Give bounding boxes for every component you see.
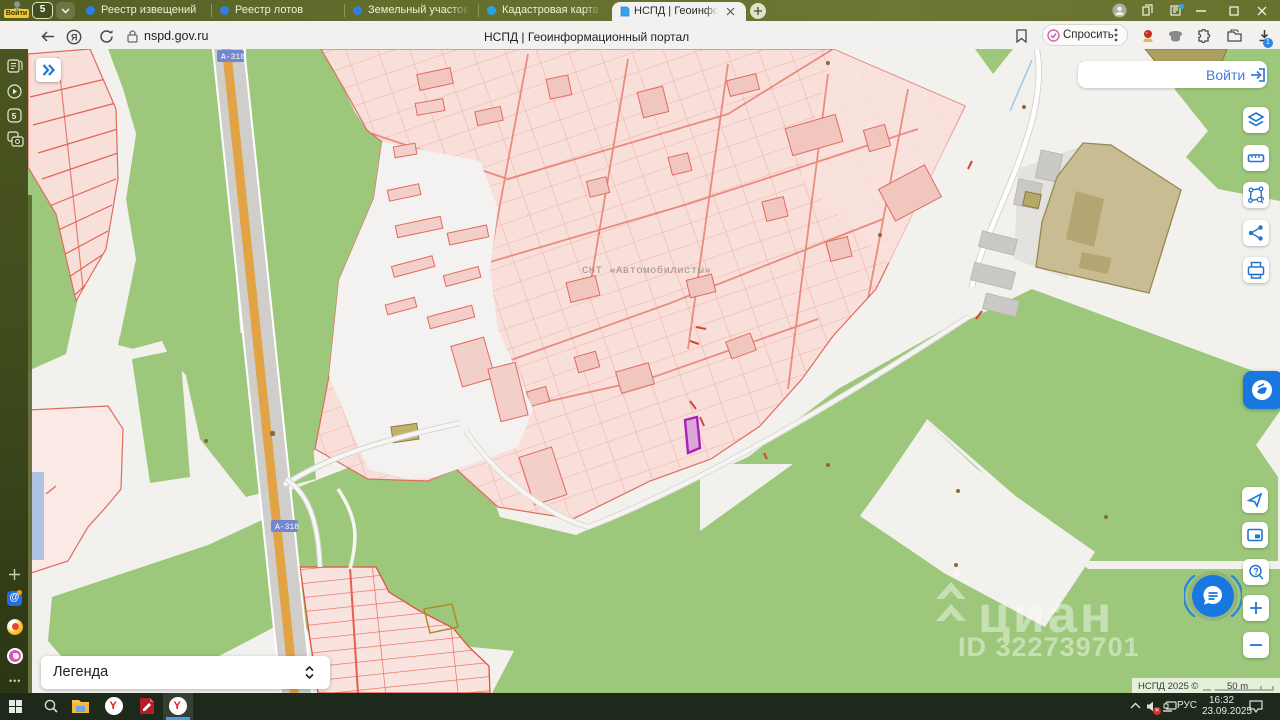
svg-text:А-318: А-318 (275, 523, 299, 532)
svg-text:Я: Я (71, 33, 77, 43)
svg-text:СНТ «Автомобилисты»: СНТ «Автомобилисты» (582, 264, 711, 277)
svg-text:5: 5 (12, 111, 17, 121)
svg-text:А-318: А-318 (221, 53, 245, 62)
svg-text:ID 322739701: ID 322739701 (958, 632, 1140, 662)
svg-text:НСПД 2025 ©: НСПД 2025 © (1138, 681, 1198, 692)
